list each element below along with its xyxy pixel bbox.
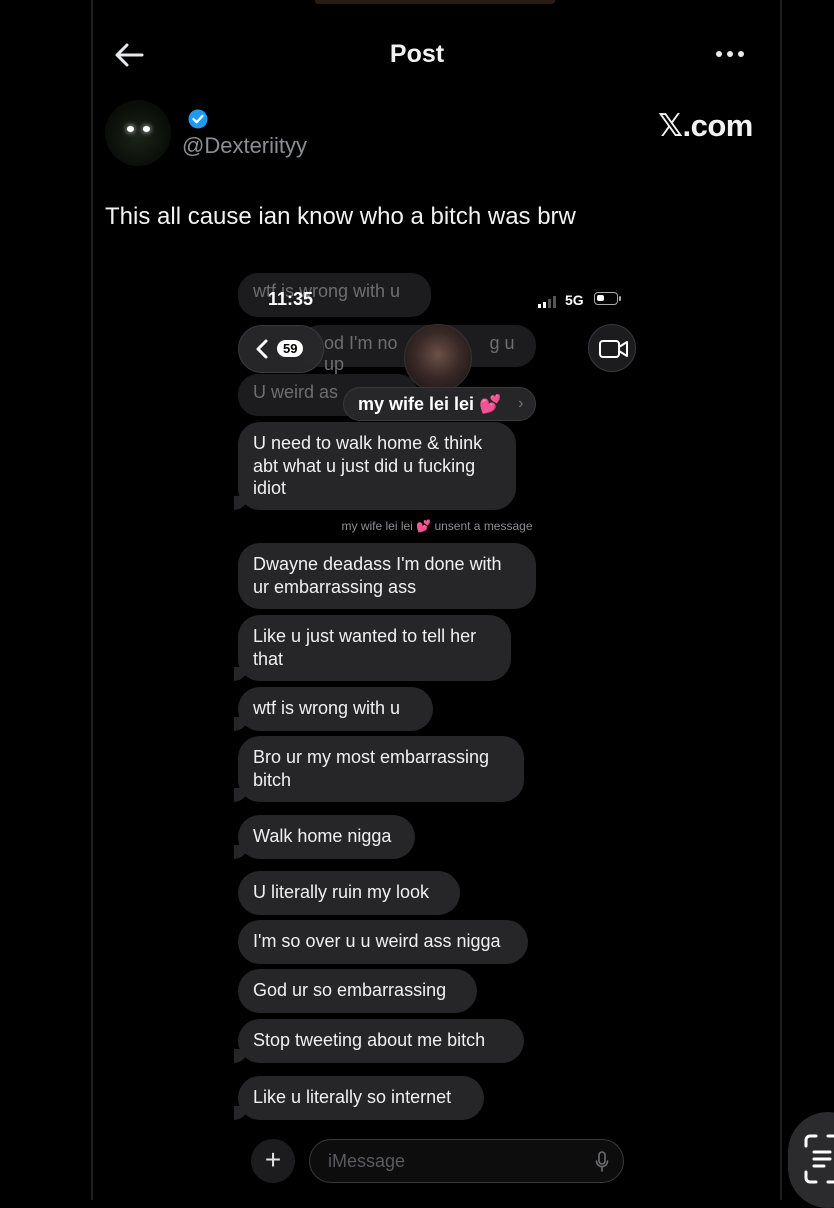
network-label: 5G	[565, 292, 584, 308]
ghost-message: wtf is wrong with u	[238, 273, 431, 317]
chevron-left-icon	[256, 339, 268, 359]
signal-icon	[538, 296, 556, 308]
plus-icon: +	[264, 1144, 282, 1175]
message-bubble[interactable]: I'm so over u u weird ass nigga	[238, 920, 528, 964]
contact-name-button[interactable]: my wife lei lei 💕 ›	[343, 387, 537, 421]
message-bubble[interactable]: Bro ur my most embarrassing bitch	[234, 736, 524, 802]
right-frame-line	[780, 0, 782, 1200]
imessage-input[interactable]: iMessage	[309, 1139, 624, 1183]
conversation-back-button[interactable]: 59	[238, 325, 324, 373]
message-bubble[interactable]: Stop tweeting about me bitch	[234, 1019, 524, 1063]
more-icon[interactable]	[716, 44, 752, 64]
message-bubble[interactable]: wtf is wrong with u	[234, 687, 433, 731]
left-frame-line	[91, 0, 93, 1200]
message-bubble[interactable]: Like u literally so internet	[234, 1076, 484, 1120]
contact-avatar[interactable]	[404, 324, 472, 392]
video-camera-icon	[599, 340, 628, 358]
battery-icon	[594, 292, 621, 305]
message-bubble[interactable]: Dwayne deadass I'm done with ur embarras…	[238, 543, 536, 609]
avatar[interactable]	[105, 100, 171, 166]
tweet-text: This all cause ian know who a bitch was …	[105, 203, 576, 230]
message-bubble[interactable]: God ur so embarrassing	[238, 969, 477, 1013]
add-attachment-button[interactable]: +	[251, 1139, 295, 1183]
unread-count-badge: 59	[277, 340, 304, 357]
top-notch	[315, 0, 555, 4]
chevron-right-icon: ›	[518, 395, 524, 412]
page-title: Post	[389, 40, 445, 68]
imessage-placeholder: iMessage	[328, 1151, 406, 1171]
message-bubble[interactable]: Walk home nigga	[234, 815, 415, 859]
x-watermark: 𝕏.com	[658, 108, 753, 143]
message-bubble[interactable]: Like u just wanted to tell her that	[234, 615, 511, 681]
user-handle[interactable]: @Dexteriityy	[182, 133, 307, 159]
status-time: 11:35	[268, 289, 314, 309]
scan-button[interactable]	[788, 1112, 834, 1208]
message-bubble[interactable]: U literally ruin my look	[238, 871, 460, 915]
message-bubble[interactable]: U need to walk home & think abt what u j…	[234, 422, 516, 510]
video-call-button[interactable]	[588, 324, 636, 372]
verified-icon	[188, 109, 208, 129]
microphone-icon[interactable]	[595, 1151, 609, 1173]
scan-icon	[804, 1134, 834, 1184]
contact-name: my wife lei lei 💕	[358, 394, 502, 414]
unsent-notice: my wife lei lei 💕 unsent a message	[341, 519, 533, 533]
